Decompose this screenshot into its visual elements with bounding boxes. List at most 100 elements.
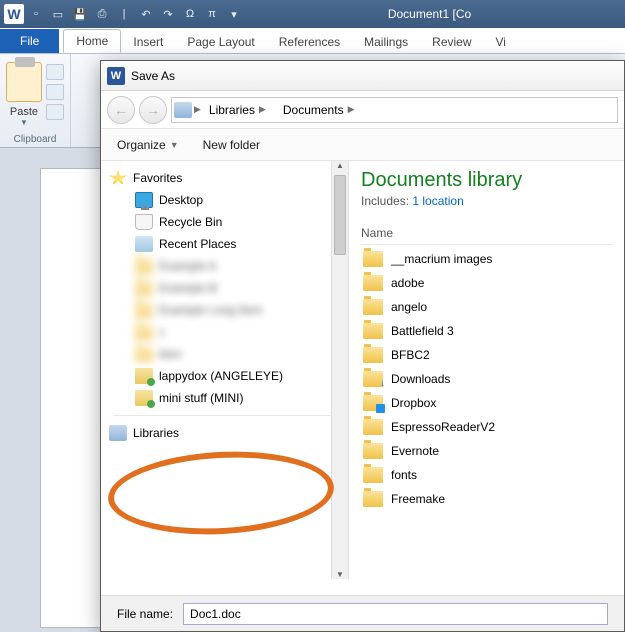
- chevron-right-icon[interactable]: ▶: [194, 104, 201, 115]
- navigation-bar: ← → ▶ Libraries▶ Documents▶: [101, 91, 624, 129]
- folder-icon: [363, 467, 383, 483]
- folder-label: __macrium images: [391, 252, 492, 266]
- locations-link[interactable]: 1 location: [412, 194, 463, 208]
- libraries-header[interactable]: Libraries: [101, 422, 348, 444]
- tab-home[interactable]: Home: [63, 29, 121, 53]
- filename-input[interactable]: [183, 603, 608, 625]
- breadcrumb-documents[interactable]: Documents▶: [275, 98, 364, 122]
- back-button[interactable]: ←: [107, 96, 135, 124]
- document-title: Document1 [Co: [246, 7, 621, 21]
- breadcrumb-bar[interactable]: ▶ Libraries▶ Documents▶: [171, 97, 618, 123]
- folder-icon: [363, 251, 383, 267]
- word-title-bar: W ▫ ▭ 💾 ⎙ | ↶ ↷ Ω π ▾ Document1 [Co: [0, 0, 625, 28]
- qat-undo-icon[interactable]: ↶: [136, 4, 156, 24]
- folder-icon: [135, 258, 153, 274]
- nav-blurred-item[interactable]: Example B: [101, 277, 348, 299]
- nav-desktop[interactable]: Desktop: [101, 189, 348, 211]
- dialog-title: Save As: [131, 69, 175, 83]
- folder-icon: [363, 371, 383, 387]
- qat-save-icon[interactable]: 💾: [70, 4, 90, 24]
- clipboard-group: Paste ▼ Clipboard: [0, 54, 71, 147]
- paste-label: Paste: [10, 106, 38, 118]
- qat-new-icon[interactable]: ▫: [26, 4, 46, 24]
- folder-item[interactable]: angelo: [361, 295, 612, 319]
- word-icon: W: [107, 67, 125, 85]
- tab-page-layout[interactable]: Page Layout: [175, 31, 266, 53]
- folder-item[interactable]: EspressoReaderV2: [361, 415, 612, 439]
- folder-label: fonts: [391, 468, 417, 482]
- forward-button[interactable]: →: [139, 96, 167, 124]
- qat-omega-icon[interactable]: Ω: [180, 4, 200, 24]
- folder-icon: [363, 395, 383, 411]
- folder-icon: [363, 443, 383, 459]
- folder-item[interactable]: Dropbox: [361, 391, 612, 415]
- new-folder-button[interactable]: New folder: [203, 138, 260, 152]
- folder-icon: [363, 491, 383, 507]
- clipboard-group-label: Clipboard: [14, 134, 57, 147]
- folder-item[interactable]: __macrium images: [361, 247, 612, 271]
- library-subheading: Includes: 1 location: [361, 194, 612, 208]
- favorites-header[interactable]: Favorites: [101, 167, 348, 189]
- nav-scrollbar[interactable]: [331, 161, 348, 579]
- format-painter-icon[interactable]: [46, 104, 64, 120]
- chevron-down-icon: ▼: [170, 140, 179, 150]
- tab-references[interactable]: References: [267, 31, 352, 53]
- folder-icon: [135, 346, 153, 362]
- qat-open-icon[interactable]: ▭: [48, 4, 68, 24]
- paste-icon[interactable]: [6, 62, 42, 102]
- folder-item[interactable]: adobe: [361, 271, 612, 295]
- filename-label: File name:: [117, 607, 173, 621]
- network-folder-icon: [135, 390, 153, 406]
- nav-network-share[interactable]: lappydox (ANGELEYE): [101, 365, 348, 387]
- tab-mailings[interactable]: Mailings: [352, 31, 420, 53]
- folder-item[interactable]: Freemake: [361, 487, 612, 511]
- nav-divider: [113, 415, 336, 416]
- star-icon: [109, 170, 127, 186]
- folder-item[interactable]: BFBC2: [361, 343, 612, 367]
- breadcrumb-libraries[interactable]: Libraries▶: [201, 98, 275, 122]
- nav-blurred-item[interactable]: c: [101, 321, 348, 343]
- dialog-body: Favorites Desktop Recycle Bin Recent Pla…: [101, 161, 624, 579]
- qat-pi-icon[interactable]: π: [202, 4, 222, 24]
- ribbon-tab-strip: File Home Insert Page Layout References …: [0, 28, 625, 54]
- organize-button[interactable]: Organize ▼: [117, 138, 179, 152]
- column-header-name[interactable]: Name: [361, 222, 612, 245]
- folder-label: Evernote: [391, 444, 439, 458]
- copy-icon[interactable]: [46, 84, 64, 100]
- folder-label: Downloads: [391, 372, 450, 386]
- dialog-toolbar: Organize ▼ New folder: [101, 129, 624, 161]
- folder-icon: [363, 419, 383, 435]
- tab-view[interactable]: Vi: [484, 31, 518, 53]
- recycle-bin-icon: [135, 214, 153, 230]
- folder-item[interactable]: fonts: [361, 463, 612, 487]
- qat-redo-icon[interactable]: ↷: [158, 4, 178, 24]
- filename-row: File name:: [101, 595, 624, 631]
- recent-places-icon: [135, 236, 153, 252]
- qat-print-icon[interactable]: ⎙: [92, 4, 112, 24]
- tab-insert[interactable]: Insert: [121, 31, 175, 53]
- nav-blurred-item[interactable]: Example Long Item: [101, 299, 348, 321]
- paste-dropdown-icon[interactable]: ▼: [20, 118, 28, 127]
- folder-item[interactable]: Evernote: [361, 439, 612, 463]
- nav-recent-places[interactable]: Recent Places: [101, 233, 348, 255]
- nav-blurred-item[interactable]: item: [101, 343, 348, 365]
- folder-icon: [135, 302, 153, 318]
- library-heading: Documents library: [361, 169, 612, 192]
- folder-icon: [363, 323, 383, 339]
- file-tab[interactable]: File: [0, 29, 59, 53]
- dialog-titlebar[interactable]: W Save As: [101, 61, 624, 91]
- folder-icon: [363, 347, 383, 363]
- nav-blurred-item[interactable]: Example A: [101, 255, 348, 277]
- cut-icon[interactable]: [46, 64, 64, 80]
- scrollbar-thumb[interactable]: [334, 175, 346, 255]
- nav-network-share[interactable]: mini stuff (MINI): [101, 387, 348, 409]
- folder-item[interactable]: Downloads: [361, 367, 612, 391]
- folder-item[interactable]: Battlefield 3: [361, 319, 612, 343]
- tab-review[interactable]: Review: [420, 31, 483, 53]
- nav-recycle-bin[interactable]: Recycle Bin: [101, 211, 348, 233]
- breadcrumb-root-icon[interactable]: [172, 102, 194, 118]
- folder-list: __macrium images adobeangeloBattlefield 3…: [361, 247, 612, 511]
- qat-more-icon[interactable]: ▾: [224, 4, 244, 24]
- libraries-icon: [109, 425, 127, 441]
- navigation-pane: Favorites Desktop Recycle Bin Recent Pla…: [101, 161, 349, 579]
